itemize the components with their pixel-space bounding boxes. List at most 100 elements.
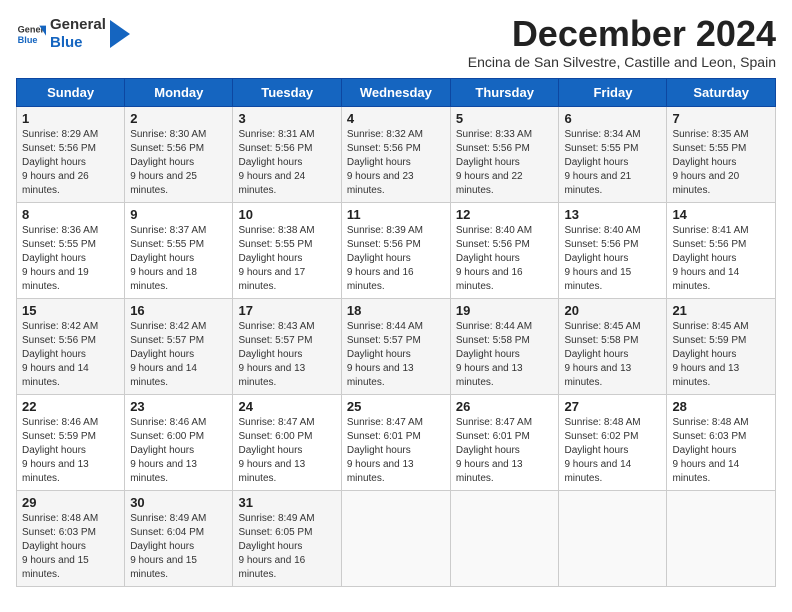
day-number: 30: [130, 495, 227, 510]
day-number: 26: [456, 399, 554, 414]
day-number: 1: [22, 111, 119, 126]
sunset-label: Sunset: 5:56 PM: [347, 239, 421, 250]
day-number: 13: [564, 207, 661, 222]
day-info: Sunrise: 8:30 AMSunset: 5:56 PMDaylight …: [130, 128, 227, 198]
calendar-week-4: 22Sunrise: 8:46 AMSunset: 5:59 PMDayligh…: [17, 395, 776, 491]
day-info: Sunrise: 8:47 AMSunset: 6:00 PMDaylight …: [238, 416, 335, 486]
sunset-label: Sunset: 5:57 PM: [130, 335, 204, 346]
daylight-label: Daylight hours: [22, 541, 86, 552]
calendar-cell: 12Sunrise: 8:40 AMSunset: 5:56 PMDayligh…: [450, 203, 559, 299]
calendar-cell: 1Sunrise: 8:29 AMSunset: 5:56 PMDaylight…: [17, 107, 125, 203]
sunset-label: Sunset: 5:56 PM: [672, 239, 746, 250]
calendar-cell: 28Sunrise: 8:48 AMSunset: 6:03 PMDayligh…: [667, 395, 776, 491]
calendar-header: SundayMondayTuesdayWednesdayThursdayFrid…: [17, 79, 776, 107]
day-number: 18: [347, 303, 445, 318]
sunrise-label: Sunrise: 8:29 AM: [22, 129, 98, 140]
daylight-value: 9 hours and 13 minutes.: [238, 363, 305, 388]
title-block: December 2024 Encina de San Silvestre, C…: [468, 16, 776, 70]
sunrise-label: Sunrise: 8:40 AM: [564, 225, 640, 236]
day-info: Sunrise: 8:45 AMSunset: 5:58 PMDaylight …: [564, 320, 661, 390]
day-info: Sunrise: 8:44 AMSunset: 5:57 PMDaylight …: [347, 320, 445, 390]
daylight-label: Daylight hours: [130, 157, 194, 168]
day-number: 7: [672, 111, 770, 126]
daylight-label: Daylight hours: [130, 445, 194, 456]
sunset-label: Sunset: 5:58 PM: [564, 335, 638, 346]
sunset-label: Sunset: 5:55 PM: [238, 239, 312, 250]
day-info: Sunrise: 8:47 AMSunset: 6:01 PMDaylight …: [347, 416, 445, 486]
daylight-value: 9 hours and 16 minutes.: [238, 555, 305, 580]
sunrise-label: Sunrise: 8:42 AM: [130, 321, 206, 332]
calendar-cell: 31Sunrise: 8:49 AMSunset: 6:05 PMDayligh…: [233, 491, 341, 587]
daylight-value: 9 hours and 14 minutes.: [564, 459, 631, 484]
daylight-value: 9 hours and 13 minutes.: [22, 459, 89, 484]
day-info: Sunrise: 8:38 AMSunset: 5:55 PMDaylight …: [238, 224, 335, 294]
daylight-label: Daylight hours: [456, 253, 520, 264]
weekday-header-sunday: Sunday: [17, 79, 125, 107]
sunrise-label: Sunrise: 8:47 AM: [238, 417, 314, 428]
calendar-cell: 7Sunrise: 8:35 AMSunset: 5:55 PMDaylight…: [667, 107, 776, 203]
calendar-cell: 25Sunrise: 8:47 AMSunset: 6:01 PMDayligh…: [341, 395, 450, 491]
calendar-cell: 6Sunrise: 8:34 AMSunset: 5:55 PMDaylight…: [559, 107, 667, 203]
sunset-label: Sunset: 5:58 PM: [456, 335, 530, 346]
daylight-value: 9 hours and 14 minutes.: [22, 363, 89, 388]
daylight-label: Daylight hours: [22, 253, 86, 264]
day-number: 8: [22, 207, 119, 222]
daylight-label: Daylight hours: [238, 253, 302, 264]
sunset-label: Sunset: 5:55 PM: [672, 143, 746, 154]
day-number: 27: [564, 399, 661, 414]
day-info: Sunrise: 8:46 AMSunset: 6:00 PMDaylight …: [130, 416, 227, 486]
sunset-label: Sunset: 5:56 PM: [22, 335, 96, 346]
sunrise-label: Sunrise: 8:42 AM: [22, 321, 98, 332]
calendar-week-2: 8Sunrise: 8:36 AMSunset: 5:55 PMDaylight…: [17, 203, 776, 299]
day-info: Sunrise: 8:49 AMSunset: 6:05 PMDaylight …: [238, 512, 335, 582]
daylight-label: Daylight hours: [672, 253, 736, 264]
day-info: Sunrise: 8:40 AMSunset: 5:56 PMDaylight …: [564, 224, 661, 294]
daylight-value: 9 hours and 13 minutes.: [130, 459, 197, 484]
day-info: Sunrise: 8:35 AMSunset: 5:55 PMDaylight …: [672, 128, 770, 198]
day-info: Sunrise: 8:44 AM Sunset: 5:58 PM Daylight …: [456, 320, 554, 390]
sunrise-label: Sunrise: 8:46 AM: [22, 417, 98, 428]
sunset-label: Sunset: 5:56 PM: [238, 143, 312, 154]
calendar-cell: 26Sunrise: 8:47 AMSunset: 6:01 PMDayligh…: [450, 395, 559, 491]
calendar-week-3: 15Sunrise: 8:42 AMSunset: 5:56 PMDayligh…: [17, 299, 776, 395]
day-info: Sunrise: 8:32 AMSunset: 5:56 PMDaylight …: [347, 128, 445, 198]
sunset-label: Sunset: 5:56 PM: [22, 143, 96, 154]
sunrise-label: Sunrise: 8:49 AM: [130, 513, 206, 524]
daylight-value: 9 hours and 13 minutes.: [238, 459, 305, 484]
sunset-label: Sunset: 6:00 PM: [130, 431, 204, 442]
day-info: Sunrise: 8:48 AMSunset: 6:02 PMDaylight …: [564, 416, 661, 486]
daylight-value: 9 hours and 24 minutes.: [238, 171, 305, 196]
daylight-value: 9 hours and 13 minutes.: [347, 363, 414, 388]
daylight-label: Daylight hours: [456, 349, 520, 360]
day-info: Sunrise: 8:43 AMSunset: 5:57 PMDaylight …: [238, 320, 335, 390]
weekday-header-wednesday: Wednesday: [341, 79, 450, 107]
calendar-week-1: 1 Sunrise: 8:29 AM Sunset: 5:56 PM Daylight…: [17, 107, 776, 203]
daylight-value: 9 hours and 15 minutes.: [22, 555, 89, 580]
daylight-value: 9 hours and 25 minutes.: [130, 171, 197, 196]
daylight-label: Daylight hours: [22, 445, 86, 456]
day-info: Sunrise: 8:48 AMSunset: 6:03 PMDaylight …: [672, 416, 770, 486]
daylight-label: Daylight hours: [456, 157, 520, 168]
daylight-value: 9 hours and 13 minutes.: [456, 363, 523, 388]
sunset-label: Sunset: 6:02 PM: [564, 431, 638, 442]
day-info: Sunrise: 8:42 AMSunset: 5:56 PMDaylight …: [22, 320, 119, 390]
calendar-cell: 24Sunrise: 8:47 AMSunset: 6:00 PMDayligh…: [233, 395, 341, 491]
daylight-label: Daylight hours: [347, 349, 411, 360]
day-number: 6: [564, 111, 661, 126]
daylight-value: 9 hours and 13 minutes.: [347, 459, 414, 484]
daylight-value: 9 hours and 14 minutes.: [672, 267, 739, 292]
calendar-cell: 29Sunrise: 8:48 AMSunset: 6:03 PMDayligh…: [17, 491, 125, 587]
sunset-label: Sunset: 6:05 PM: [238, 527, 312, 538]
sunrise-label: Sunrise: 8:48 AM: [22, 513, 98, 524]
daylight-label: Daylight hours: [130, 541, 194, 552]
sunset-label: Sunset: 6:04 PM: [130, 527, 204, 538]
day-info: Sunrise: 8:41 AMSunset: 5:56 PMDaylight …: [672, 224, 770, 294]
sunrise-label: Sunrise: 8:35 AM: [672, 129, 748, 140]
sunrise-label: Sunrise: 8:44 AM: [456, 321, 532, 332]
calendar-cell: 10Sunrise: 8:38 AMSunset: 5:55 PMDayligh…: [233, 203, 341, 299]
calendar-cell: [341, 491, 450, 587]
daylight-value: 9 hours and 23 minutes.: [347, 171, 414, 196]
daylight-value: 9 hours and 20 minutes.: [672, 171, 739, 196]
weekday-header-saturday: Saturday: [667, 79, 776, 107]
sunset-label: Sunset: 5:55 PM: [564, 143, 638, 154]
